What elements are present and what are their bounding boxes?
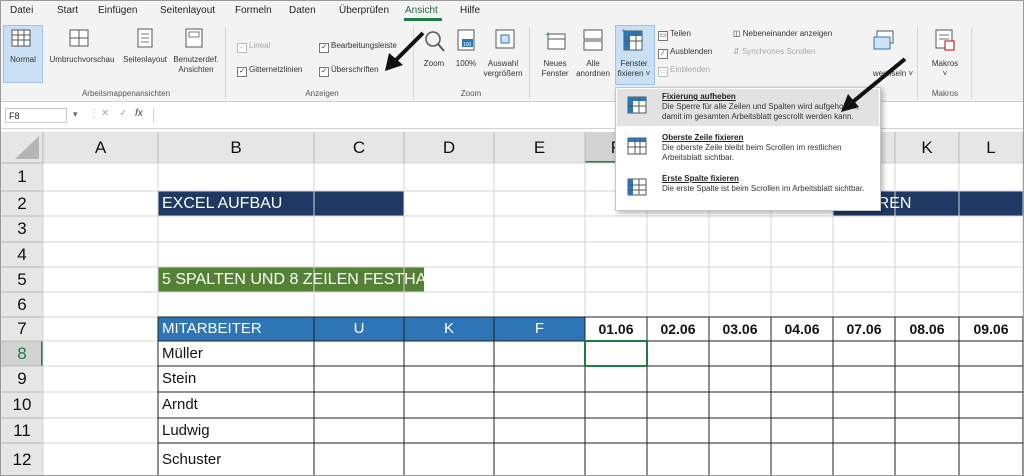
annotation-arrows — [385, 31, 907, 112]
excel-window: Datei Start Einfügen Seitenlayout Formel… — [0, 0, 1024, 476]
